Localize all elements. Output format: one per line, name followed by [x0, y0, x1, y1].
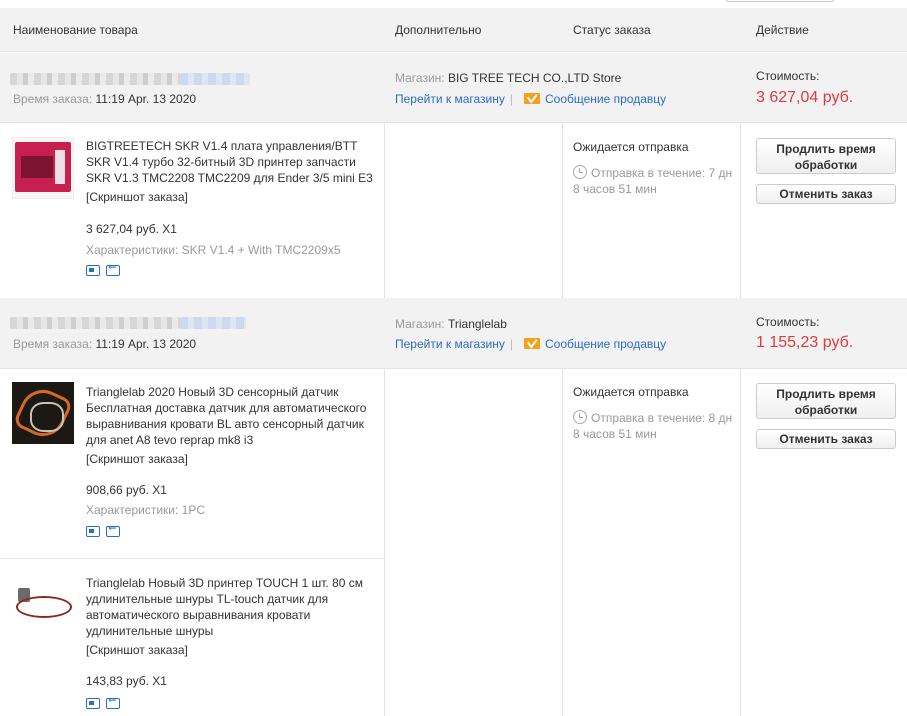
clock-icon — [573, 165, 587, 179]
order-time: Время заказа: 11:19 Apr. 13 2020 — [13, 337, 197, 351]
product-title[interactable]: Trianglelab Новый 3D принтер TOUCH 1 шт.… — [86, 575, 378, 639]
message-seller-link[interactable]: Сообщение продавцу — [545, 337, 666, 351]
cancel-order-button[interactable]: Отменить заказ — [756, 429, 896, 449]
header-action: Действие — [756, 23, 809, 37]
extend-processing-button[interactable]: Продлить время обработки — [756, 383, 896, 419]
order-number-blurred — [10, 73, 180, 85]
ship-countdown: Отправка в течение: 8 дн 8 часов 51 мин — [573, 410, 733, 441]
cost-label: Стоимость: — [756, 69, 820, 83]
order-status: Ожидается отправка — [573, 140, 689, 154]
header-product: Наименование товара — [13, 23, 138, 37]
item-price: 3 627,04 руб. X1 — [86, 222, 177, 236]
order-number-blurred-link[interactable] — [180, 73, 250, 85]
store-name: Магазин: BIG TREE TECH CO.,LTD Store — [395, 71, 622, 85]
shipping-truck-icon[interactable] — [86, 698, 100, 709]
order-status: Ожидается отправка — [573, 385, 689, 399]
product-title[interactable]: BIGTREETECH SKR V1.4 плата управления/BT… — [86, 138, 378, 186]
go-to-store-link[interactable]: Перейти к магазину — [395, 337, 505, 351]
order-screenshot-link[interactable]: [Скриншот заказа] — [86, 643, 188, 657]
return-icon[interactable] — [106, 695, 120, 709]
order-number-blurred-link[interactable] — [180, 317, 246, 329]
product-thumbnail[interactable] — [12, 382, 74, 444]
order-header: Время заказа: 11:19 Apr. 13 2020 Магазин… — [0, 298, 907, 368]
item-price: 908,66 руб. X1 — [86, 483, 167, 497]
header-extra: Дополнительно — [395, 23, 482, 37]
search-box-edge[interactable] — [726, 0, 834, 2]
item-icons — [86, 262, 126, 279]
store-links: Перейти к магазину | Сообщение продавцу — [395, 92, 667, 106]
envelope-icon[interactable] — [524, 338, 540, 349]
go-to-store-link[interactable]: Перейти к магазину — [395, 92, 505, 106]
item-price: 143,83 руб. X1 — [86, 674, 167, 688]
product-title[interactable]: Trianglelab 2020 Новый 3D сенсорный датч… — [86, 384, 378, 448]
order-total: 1 155,23 руб. — [756, 334, 854, 351]
order-time: Время заказа: 11:19 Apr. 13 2020 — [13, 92, 197, 106]
clock-icon — [573, 410, 587, 424]
cancel-order-button[interactable]: Отменить заказ — [756, 184, 896, 204]
order-screenshot-link[interactable]: [Скриншот заказа] — [86, 452, 188, 466]
order-total: 3 627,04 руб. — [756, 89, 854, 106]
product-thumbnail[interactable] — [12, 574, 74, 636]
shipping-truck-icon[interactable] — [86, 265, 100, 276]
item-specs: Характеристики: SKR V1.4 + With TMC2209x… — [86, 243, 341, 257]
product-thumbnail[interactable] — [12, 137, 74, 199]
message-seller-link[interactable]: Сообщение продавцу — [545, 92, 666, 106]
table-header: Наименование товара Дополнительно Статус… — [0, 8, 907, 52]
header-status: Статус заказа — [573, 23, 651, 37]
order-number-blurred — [10, 317, 180, 329]
ship-countdown: Отправка в течение: 7 дн 8 часов 51 мин — [573, 165, 733, 196]
store-links: Перейти к магазину | Сообщение продавцу — [395, 337, 667, 351]
shipping-truck-icon[interactable] — [86, 526, 100, 537]
item-icons — [86, 695, 126, 712]
return-icon[interactable] — [106, 523, 120, 537]
store-name: Магазин: Trianglelab — [395, 317, 507, 331]
item-icons — [86, 523, 126, 540]
order-header: Время заказа: 11:19 Apr. 13 2020 Магазин… — [0, 53, 907, 122]
cost-label: Стоимость: — [756, 315, 820, 329]
return-icon[interactable] — [106, 262, 120, 276]
envelope-icon[interactable] — [524, 93, 540, 104]
order-screenshot-link[interactable]: [Скриншот заказа] — [86, 190, 188, 204]
item-specs: Характеристики: 1PC — [86, 503, 205, 517]
extend-processing-button[interactable]: Продлить время обработки — [756, 138, 896, 174]
